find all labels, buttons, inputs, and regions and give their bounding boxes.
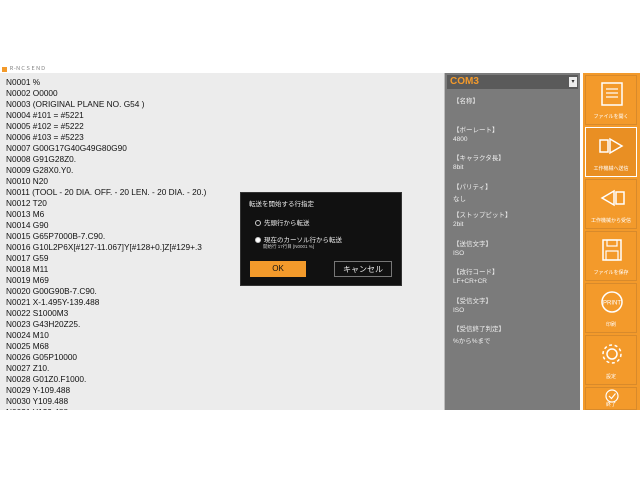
setting-value[interactable]: LF+CR+CR [453,278,487,285]
port-name: COM3 [450,76,479,87]
setting-label: 【送信文字】 [453,240,492,248]
code-line[interactable]: N0006 #103 = #5223 [6,132,84,143]
code-line[interactable]: N0010 N20 [6,176,48,187]
code-line[interactable]: N0013 M6 [6,209,44,220]
setting-value[interactable]: 8bit [453,164,463,171]
title-bar: Ｒ-ＮＣＳＥＮＤ [0,66,640,73]
code-line[interactable]: N0018 M11 [6,264,48,275]
code-line[interactable]: N0003 (ORIGINAL PLANE NO. G54 ) [6,99,144,110]
open-file-label: ファイルを開く [593,114,629,120]
code-line[interactable]: N0024 M10 [6,330,49,341]
code-line[interactable]: N0008 G91G28Z0. [6,154,76,165]
settings-button[interactable]: 設定 [585,335,637,385]
setting-value[interactable]: なし [453,193,466,203]
code-line[interactable]: N0005 #102 = #5222 [6,121,84,132]
code-line[interactable]: N0017 G59 [6,253,48,264]
settings-label: 設定 [605,374,616,380]
code-line[interactable]: N0015 G65P7000B-7.C90. [6,231,105,242]
setting-label: 【受信終了判定】 [453,326,505,333]
code-line[interactable]: N0023 G43H20Z25. [6,319,80,330]
action-toolbar: ファイルを開く 工作機械へ送信 工作機械から受信 ファイルを保存 PRINT 印… [583,73,640,410]
open-file-button[interactable]: ファイルを開く [585,75,637,125]
open-file-icon [601,82,623,106]
cancel-button[interactable]: キャンセル [334,261,392,277]
print-icon-text: PRINT [603,301,621,307]
code-line[interactable]: N0029 Y-109.488 [6,385,70,396]
port-selector[interactable]: COM3 ▾ [447,75,578,89]
save-icon [602,239,622,261]
setting-value[interactable]: 2bit [453,221,463,228]
radio-off-icon[interactable] [255,220,261,227]
code-line[interactable]: N0011 (TOOL - 20 DIA. OFF. - 20 LEN. - 2… [6,187,206,198]
setting-value[interactable]: ISO [453,250,464,257]
send-icon [599,137,624,155]
send-label: 工作機械へ送信 [593,166,629,172]
setting-label: 【パリティ】 [453,183,492,191]
code-line[interactable]: N0014 G90 [6,220,48,231]
code-line[interactable]: N0009 G28X0.Y0. [6,165,73,176]
receive-icon [600,189,625,207]
setting-value[interactable]: 4800 [453,136,467,143]
receive-label: 工作機械から受信 [590,218,631,224]
print-icon: PRINT [601,291,623,313]
radio-first-label: 先頭行から転送 [264,220,310,227]
setting-label: 【改行コード】 [453,269,499,276]
radio-from-cursor-line[interactable]: 現在のカーソル行から転送 [255,234,342,244]
code-line[interactable]: N0022 S1000M3 [6,308,68,319]
code-line[interactable]: N0030 Y109.488 [6,396,68,407]
code-line[interactable]: N0012 T20 [6,198,47,209]
code-line[interactable]: N0021 X-1.495Y-139.488 [6,297,99,308]
send-to-machine-button[interactable]: 工作機械へ送信 [585,127,637,177]
setting-label: 【キャラクタ長】 [453,155,505,162]
code-line[interactable]: N0026 G05P10000 [6,352,77,363]
print-button[interactable]: PRINT 印刷 [585,283,637,333]
dialog-title: 転送を開始する行指定 [249,201,314,208]
save-file-button[interactable]: ファイルを保存 [585,231,637,281]
app-logo-icon [2,67,7,72]
code-line[interactable]: N0031 Y139.488 [6,407,68,410]
setting-label: 【ボーレート】 [453,126,499,134]
save-label: ファイルを保存 [593,270,629,276]
setting-label: 【名称】 [453,98,479,105]
transfer-start-dialog: 転送を開始する行指定 先頭行から転送 現在のカーソル行から転送 開始行 17行目… [240,192,402,286]
radio-from-first-line[interactable]: 先頭行から転送 [255,217,310,227]
code-line[interactable]: N0001 % [6,77,40,88]
code-line[interactable]: N0028 G01Z0.F1000. [6,374,86,385]
exit-button[interactable]: 終了 [585,387,637,410]
code-line[interactable]: N0020 G00G90B-7.C90. [6,286,97,297]
chevron-down-icon[interactable]: ▾ [569,77,577,87]
setting-value[interactable]: ISO [453,307,464,314]
settings-panel: COM3 ▾ 【名称】【ボーレート】 4800 【キャラクタ長】 8bit 【パリティ】… [445,73,580,410]
gear-icon [602,344,622,364]
radio-cursor-label: 現在のカーソル行から転送 [264,237,342,244]
code-line[interactable]: N0016 G10L2P6X[#127-11.067]Y[#128+0.]Z[#… [6,242,202,253]
setting-label: 【ストップビット】 [453,212,512,219]
receive-from-machine-button[interactable]: 工作機械から受信 [585,179,637,229]
code-line[interactable]: N0004 #101 = #5221 [6,110,84,121]
window-title: Ｒ-ＮＣＳＥＮＤ [9,66,46,72]
code-line[interactable]: N0025 M68 [6,341,49,352]
code-line[interactable]: N0007 G00G17G40G49G80G90 [6,143,127,154]
code-line[interactable]: N0002 O0000 [6,88,58,99]
code-line[interactable]: N0019 M69 [6,275,49,286]
code-line[interactable]: N0027 Z10. [6,363,49,374]
print-label: 印刷 [605,322,616,328]
ok-button[interactable]: OK [250,261,306,277]
setting-value[interactable]: %から%まで [453,335,491,345]
exit-label: 終了 [605,402,616,408]
setting-label: 【受信文字】 [453,297,492,305]
cursor-line-info: 開始行 17行目 [N0001 %] [263,244,315,249]
radio-on-icon[interactable] [255,237,261,244]
